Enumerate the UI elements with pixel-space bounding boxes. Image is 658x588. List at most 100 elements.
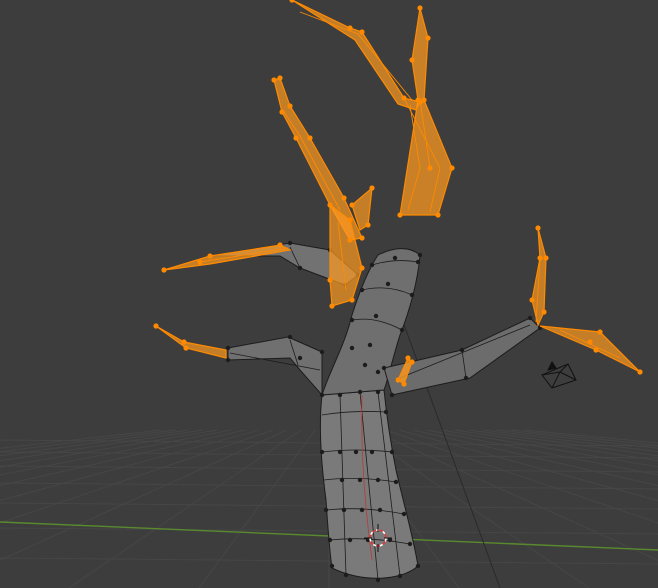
vertex[interactable] [153,323,159,329]
vertex[interactable] [543,255,549,261]
vertex[interactable] [297,265,303,271]
vertex[interactable] [323,507,329,513]
vertex[interactable] [449,165,455,171]
vertex[interactable] [375,369,381,375]
vertex[interactable] [389,392,395,398]
vertex[interactable] [297,355,303,361]
vertex[interactable] [329,563,335,569]
vertex[interactable] [359,507,365,513]
vertex[interactable] [415,97,421,103]
vertex[interactable] [375,477,381,483]
vertex[interactable] [409,57,415,63]
vertex[interactable] [349,202,355,208]
vertex[interactable] [353,449,359,455]
vertex[interactable] [197,259,203,265]
vertex[interactable] [277,242,283,248]
vertex[interactable] [341,507,347,513]
vertex[interactable] [417,5,423,11]
vertex[interactable] [181,339,187,345]
3d-viewport[interactable] [0,0,658,588]
vertex[interactable] [392,255,398,261]
vertex[interactable] [287,240,293,246]
vertex[interactable] [183,345,189,351]
vertex[interactable] [425,35,431,41]
vertex[interactable] [383,409,389,415]
vertex[interactable] [385,281,391,287]
vertex[interactable] [415,563,421,569]
vertex[interactable] [409,359,415,365]
vertex[interactable] [341,195,347,201]
vertex[interactable] [347,217,353,223]
vertex[interactable] [161,267,167,273]
vertex[interactable] [357,477,363,483]
vertex[interactable] [637,369,643,375]
vertex[interactable] [293,135,299,141]
vertex[interactable] [427,165,433,171]
vertex[interactable] [527,315,533,321]
vertex[interactable] [359,265,365,271]
vertex[interactable] [271,77,277,83]
vertex[interactable] [421,97,427,103]
vertex[interactable] [377,507,383,513]
vertex[interactable] [459,347,465,353]
viewport-canvas[interactable] [0,0,658,588]
vertex[interactable] [327,537,333,543]
vertex[interactable] [417,252,423,258]
vertex[interactable] [529,297,535,303]
vertex[interactable] [381,365,387,371]
vertex[interactable] [347,25,353,31]
vertex[interactable] [415,259,421,265]
vertex[interactable] [401,511,407,517]
vertex[interactable] [329,303,335,309]
vertex[interactable] [357,389,363,395]
vertex[interactable] [337,392,343,398]
vertex[interactable] [207,253,213,259]
vertex[interactable] [369,185,375,191]
vertex[interactable] [407,541,413,547]
vertex[interactable] [319,392,325,398]
vertex[interactable] [277,75,283,81]
vertex[interactable] [337,449,343,455]
vertex[interactable] [587,339,593,345]
vertex[interactable] [541,309,547,315]
vertex[interactable] [537,255,543,261]
vertex[interactable] [287,103,293,109]
vertex[interactable] [393,479,399,485]
vertex[interactable] [327,202,333,208]
vertex[interactable] [597,329,603,335]
vertex[interactable] [401,381,407,387]
vertex[interactable] [319,449,325,455]
vertex[interactable] [359,235,365,241]
vertex[interactable] [435,212,441,218]
vertex[interactable] [307,135,313,141]
vertex[interactable] [343,572,349,578]
vertex[interactable] [535,225,541,231]
vertex[interactable] [369,262,375,268]
vertex[interactable] [365,222,371,228]
vertex[interactable] [369,449,375,455]
vertex[interactable] [339,477,345,483]
vertex[interactable] [463,375,469,381]
camera-icon[interactable] [541,361,577,389]
vertex[interactable] [359,287,365,293]
vertex[interactable] [593,347,599,353]
vertex[interactable] [375,389,381,395]
vertex[interactable] [279,109,285,115]
vertex[interactable] [327,277,333,283]
vertex[interactable] [362,362,368,368]
vertex[interactable] [359,29,365,35]
vertex[interactable] [319,349,325,355]
vertex[interactable] [367,342,373,348]
vertex[interactable] [401,95,407,101]
vertex[interactable] [349,297,355,303]
vertex[interactable] [389,449,395,455]
vertex[interactable] [395,377,401,383]
vertex[interactable] [409,292,415,298]
vertex[interactable] [373,313,379,319]
vertex[interactable] [399,327,405,333]
vertex[interactable] [347,237,353,243]
vertex[interactable] [397,573,403,579]
vertex[interactable] [287,334,293,340]
vertex[interactable] [349,345,355,351]
vertex[interactable] [397,212,403,218]
